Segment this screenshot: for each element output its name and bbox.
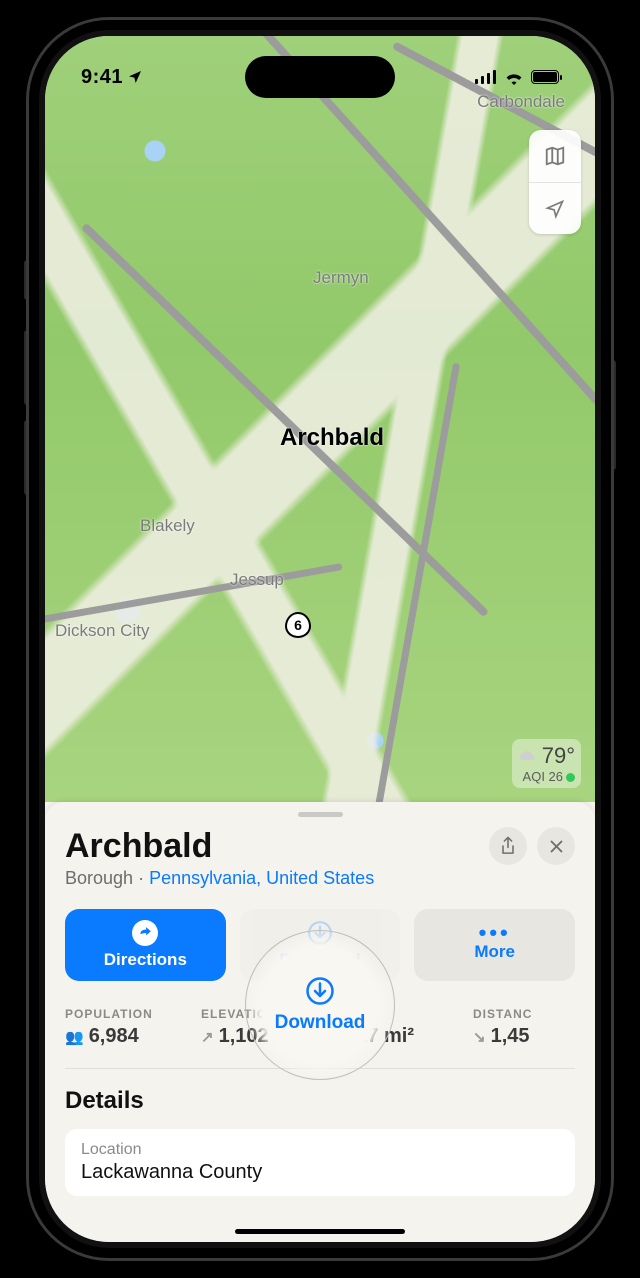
dynamic-island [245, 56, 395, 98]
screen: 9:41 Carbondale Jermyn Archbald Blakely … [45, 36, 595, 1242]
wifi-icon [504, 70, 524, 85]
map-label-dickson-city[interactable]: Dickson City [55, 621, 149, 641]
location-value: Lackawanna County [81, 1161, 559, 1184]
download-button[interactable]: Download [240, 909, 401, 981]
directions-icon [132, 920, 158, 946]
map-label-blakely[interactable]: Blakely [140, 516, 195, 536]
aqi-text: AQI 26 [523, 769, 563, 784]
home-indicator[interactable] [235, 1229, 405, 1234]
map-canvas[interactable]: Carbondale Jermyn Archbald Blakely Jessu… [45, 36, 595, 802]
cloud-icon [518, 748, 538, 764]
map-label-jessup[interactable]: Jessup [230, 570, 284, 590]
stat-elevation: ELEVATION ↗1,102 ft [201, 1007, 311, 1048]
place-title: Archbald [65, 827, 479, 866]
stats-row[interactable]: POPULATION 👥6,984 ELEVATION ↗1,102 ft AR… [65, 1007, 575, 1069]
ellipsis-icon: ••• [479, 928, 511, 938]
aqi-dot-icon [566, 773, 575, 782]
stat-population: POPULATION 👥6,984 [65, 1007, 175, 1048]
share-button[interactable] [489, 827, 527, 865]
stat-area: AREA ⬚17 mi² [337, 1007, 447, 1048]
download-icon [307, 920, 333, 946]
map-label-archbald[interactable]: Archbald [280, 424, 384, 452]
stat-distance: DISTANC ↘1,45 [473, 1007, 575, 1048]
route-shield: 6 [285, 612, 311, 638]
map-mode-button[interactable] [529, 130, 581, 182]
map-label-jermyn[interactable]: Jermyn [313, 268, 369, 288]
close-button[interactable] [537, 827, 575, 865]
details-card[interactable]: Location Lackawanna County [65, 1129, 575, 1196]
map-icon [544, 145, 566, 167]
route-icon: ↘ [473, 1028, 486, 1046]
cellular-icon [475, 70, 497, 84]
close-icon [549, 839, 564, 854]
more-button[interactable]: ••• More [414, 909, 575, 981]
status-time: 9:41 [81, 66, 143, 89]
arrow-up-right-icon: ↗ [201, 1028, 214, 1046]
share-icon [499, 836, 517, 856]
weather-badge[interactable]: 79° AQI 26 [512, 739, 581, 788]
place-subtitle: Borough · Pennsylvania, United States [65, 868, 575, 889]
phone-frame: 9:41 Carbondale Jermyn Archbald Blakely … [29, 20, 611, 1258]
sheet-grabber[interactable] [298, 812, 343, 817]
details-heading: Details [65, 1087, 575, 1115]
place-sheet[interactable]: Archbald Borough · Pennsylvania, United … [45, 802, 595, 1242]
map-controls [529, 130, 581, 234]
action-row: Directions Download ••• More [65, 909, 575, 981]
location-label: Location [81, 1141, 142, 1158]
locate-me-button[interactable] [529, 182, 581, 234]
directions-button[interactable]: Directions [65, 909, 226, 981]
location-arrow-icon [127, 69, 143, 85]
navigation-icon [545, 199, 565, 219]
battery-icon [531, 70, 559, 84]
dashed-square-icon: ⬚ [337, 1028, 351, 1046]
people-icon: 👥 [65, 1028, 84, 1046]
details-section: Details Location Lackawanna County [65, 1087, 575, 1196]
region-link[interactable]: Pennsylvania, United States [149, 868, 374, 888]
